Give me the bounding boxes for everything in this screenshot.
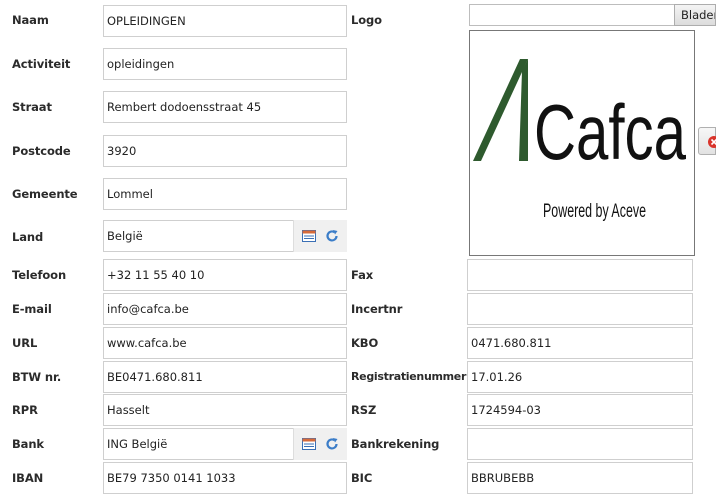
url-label: URL	[12, 336, 37, 350]
straat-input[interactable]: Rembert dodoensstraat 45	[103, 91, 347, 123]
registratienummer-input[interactable]: 17.01.26	[467, 361, 693, 393]
bankrekening-input[interactable]	[467, 428, 693, 460]
rpr-input[interactable]: Hasselt	[103, 394, 347, 426]
kbo-label: KBO	[351, 336, 378, 350]
remove-logo-button[interactable]	[698, 127, 716, 155]
bankrekening-label: Bankrekening	[351, 437, 439, 451]
btw-label: BTW nr.	[12, 370, 61, 384]
gemeente-label: Gemeente	[12, 187, 78, 201]
incertnr-input[interactable]	[467, 293, 693, 325]
email-input[interactable]: info@cafca.be	[103, 293, 347, 325]
logo-tagline-text: Powered by Aceve	[543, 201, 646, 222]
land-lookup-group	[293, 220, 347, 252]
gemeente-input[interactable]: Lommel	[103, 178, 347, 210]
url-input[interactable]: www.cafca.be	[103, 327, 347, 359]
remove-icon	[699, 128, 716, 156]
land-label: Land	[12, 230, 43, 244]
browse-button[interactable]: Bladeren...	[674, 4, 716, 26]
telefoon-input[interactable]: +32 11 55 40 10	[103, 259, 347, 291]
naam-input[interactable]: OPLEIDINGEN	[103, 5, 347, 37]
rpr-label: RPR	[12, 403, 38, 417]
naam-label: Naam	[12, 13, 49, 27]
email-label: E-mail	[12, 302, 52, 316]
postcode-input[interactable]: 3920	[103, 135, 347, 167]
rsz-input[interactable]: 1724594-03	[467, 394, 693, 426]
bank-label: Bank	[12, 437, 44, 451]
activiteit-label: Activiteit	[12, 57, 70, 71]
iban-input[interactable]: BE79 7350 0141 1033	[103, 462, 347, 494]
fax-label: Fax	[351, 268, 373, 282]
incertnr-label: Incertnr	[351, 302, 402, 316]
refresh-icon[interactable]	[324, 228, 340, 244]
btw-input[interactable]: BE0471.680.811	[103, 361, 347, 393]
refresh-icon[interactable]	[324, 436, 340, 452]
logo-preview: Cafca Powered by Aceve	[469, 30, 695, 256]
bic-label: BIC	[351, 471, 372, 485]
bic-input[interactable]: BBRUBEBB	[467, 462, 693, 494]
iban-label: IBAN	[12, 471, 43, 485]
telefoon-label: Telefoon	[12, 268, 66, 282]
logo-brand-text: Cafca	[534, 88, 686, 176]
list-select-icon[interactable]	[301, 436, 317, 452]
fax-input[interactable]	[467, 259, 693, 291]
straat-label: Straat	[12, 100, 52, 114]
activiteit-input[interactable]: opleidingen	[103, 48, 347, 80]
postcode-label: Postcode	[12, 144, 71, 158]
bank-lookup-group	[293, 428, 347, 460]
rsz-label: RSZ	[351, 403, 376, 417]
list-select-icon[interactable]	[301, 228, 317, 244]
registratienummer-label: Registratienummer	[351, 370, 466, 383]
kbo-input[interactable]: 0471.680.811	[467, 327, 693, 359]
logo-label: Logo	[351, 13, 382, 27]
cafca-logo: Cafca Powered by Aceve	[470, 31, 694, 255]
logo-file-input[interactable]	[469, 4, 675, 26]
